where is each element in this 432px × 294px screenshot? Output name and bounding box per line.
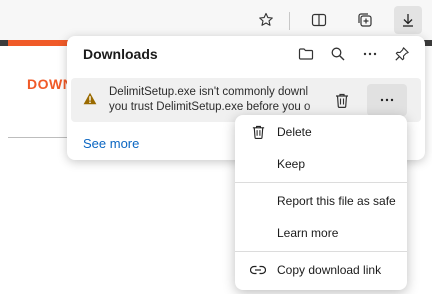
delete-download-button[interactable] (328, 86, 356, 114)
menu-item-label: Delete (277, 125, 312, 139)
download-item-message: DelimitSetup.exe isn't commonly downl yo… (109, 85, 335, 115)
pin-icon[interactable] (389, 41, 415, 67)
download-item-line2: you trust DelimitSetup.exe before you o (109, 101, 311, 113)
downloads-icon[interactable] (394, 6, 422, 34)
item-more-actions-button[interactable] (367, 84, 407, 116)
menu-separator (235, 251, 407, 252)
menu-item-learn-more[interactable]: Learn more (239, 219, 403, 247)
menu-item-delete[interactable]: Delete (239, 118, 403, 146)
see-more-link[interactable]: See more (83, 136, 139, 151)
page-divider (8, 137, 68, 138)
toolbar-separator (289, 12, 290, 30)
trash-icon (249, 123, 267, 141)
menu-item-label: Report this file as safe (277, 194, 396, 208)
menu-item-report-safe[interactable]: Report this file as safe (239, 187, 403, 215)
download-item-line1: DelimitSetup.exe isn't commonly downl (109, 86, 309, 98)
collections-icon[interactable] (351, 6, 379, 34)
open-folder-icon[interactable] (293, 41, 319, 67)
menu-item-label: Keep (277, 157, 306, 171)
menu-item-keep[interactable]: Keep (239, 150, 403, 178)
search-icon[interactable] (325, 41, 351, 67)
split-screen-icon[interactable] (305, 6, 333, 34)
trash-icon (336, 93, 348, 108)
downloads-panel-title: Downloads (83, 46, 158, 62)
more-options-icon[interactable] (357, 41, 383, 67)
warning-icon (83, 92, 97, 110)
menu-item-label: Learn more (277, 226, 339, 240)
page-brand-bar (8, 40, 68, 46)
more-dots-icon (380, 98, 394, 102)
browser-toolbar (0, 0, 432, 40)
menu-separator (235, 182, 407, 183)
link-icon (249, 261, 267, 279)
favorite-star-icon[interactable] (252, 6, 280, 34)
menu-item-copy-link[interactable]: Copy download link (239, 256, 403, 284)
download-context-menu: Delete Keep Report this file as safe Lea… (235, 115, 407, 290)
menu-item-label: Copy download link (277, 263, 382, 277)
